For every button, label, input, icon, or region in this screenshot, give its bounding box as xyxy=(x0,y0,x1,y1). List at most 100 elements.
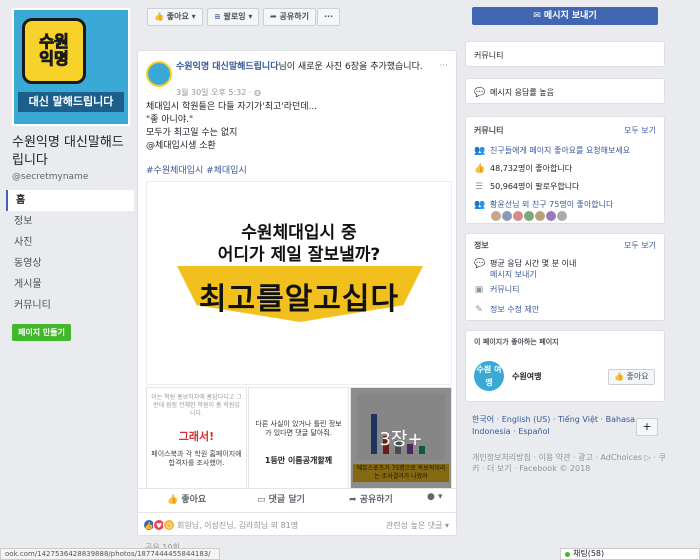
nav-item-photos[interactable]: 사진 xyxy=(6,232,134,253)
response-time-row: 💬 평균 응답 시간 몇 분 이내 xyxy=(474,258,576,269)
friends-like-row[interactable]: 👥 황윤선님 외 친구 75명이 좋아합니다 xyxy=(474,199,613,210)
friend-avatar[interactable] xyxy=(502,211,512,221)
group-icon: ▣ xyxy=(474,284,484,295)
friend-avatar[interactable] xyxy=(491,211,501,221)
chat-bubble-icon: 💬 xyxy=(474,87,486,98)
thumb-up-icon: 👍 xyxy=(474,163,486,174)
post-share-button[interactable]: ➦ 공유하기 xyxy=(349,492,393,505)
rss-icon: ≋ xyxy=(214,12,221,21)
share-icon: ➦ xyxy=(270,12,277,21)
more-languages-button[interactable]: + xyxy=(636,418,658,436)
liked-pages-title: 이 페이지가 좋아하는 페이지 xyxy=(474,338,559,346)
globe-icon: ◍ xyxy=(253,88,261,97)
page-like-button[interactable]: 👍 좋아요 ▾ xyxy=(147,8,203,26)
page-handle[interactable]: @secretmyname xyxy=(12,172,88,182)
create-page-button[interactable]: 페이지 만들기 xyxy=(12,324,71,341)
community-title: 커뮤니티 xyxy=(474,126,504,135)
liked-page-avatar[interactable]: 수원 여맹 xyxy=(474,361,504,391)
post-author-avatar[interactable] xyxy=(146,61,172,87)
post-author-link[interactable]: 수원익명 대신말해드립니다 xyxy=(176,62,279,72)
post-share-audience-dropdown[interactable]: ● ▾ xyxy=(427,492,443,502)
logo-text-line2: 익명 xyxy=(39,49,69,68)
nav-item-home[interactable]: 홈 xyxy=(6,190,134,211)
browser-status-url: ook.com/1427536428839888/photos/18774444… xyxy=(0,548,220,560)
info-title: 정보 xyxy=(474,241,489,250)
liked-page-name[interactable]: 수원여맹 xyxy=(512,371,541,382)
share-icon: ➦ xyxy=(349,495,357,505)
page-share-button[interactable]: ➦ 공유하기 xyxy=(263,8,316,26)
nav-item-community[interactable]: 커뮤니티 xyxy=(6,295,134,316)
post-action-row: 👍 좋아요 ▭ 댓글 달기 ➦ 공유하기 ● ▾ xyxy=(137,488,457,510)
post-header: 수원익명 대신말해드립니다님이 새로운 사진 6장을 추가했습니다. xyxy=(176,61,446,73)
invite-text: 친구들에게 페이지 좋아요를 요청해보세요 xyxy=(490,146,631,155)
likes-count-text: 48,732명이 좋아합니다 xyxy=(490,164,573,173)
page-title[interactable]: 수원익명 대신말해드립니다 xyxy=(12,134,132,170)
community-see-all-link[interactable]: 모두 보기 xyxy=(624,125,656,136)
comment-icon: ▭ xyxy=(257,495,266,505)
post-thumbnail[interactable]: 다른 사실이 있거나 틀린 정보가 있다면 댓글 달아줘. 1등만 이름공개할께 xyxy=(248,387,349,489)
reactions-row: 👍 ♥ ☺ 회원님, 이성진님, 김라희님 외 81명 관련성 높은 댓글 ▾ xyxy=(137,512,457,536)
page-profile-picture[interactable]: 수원 익명 대신 말해드립니다 xyxy=(12,8,130,126)
post-thumbnail[interactable]: 이는 학원 홍보하자에 홈답다디고 그런데 점점 전체한 학원이 홈 학원입니다… xyxy=(146,387,247,489)
post-action-text: 님이 새로운 사진 6장을 추가했습니다. xyxy=(278,62,423,72)
hero-line2: 어디가 제일 잘보낼까? xyxy=(217,245,381,265)
friends-icon: 👥 xyxy=(474,199,486,210)
post-hashtags[interactable]: #수원체대입시 #체대입시 xyxy=(146,163,247,176)
post-options-icon[interactable]: ··· xyxy=(439,61,448,71)
community-card: 커뮤니티 xyxy=(465,41,665,67)
friend-avatars xyxy=(474,211,567,221)
community-link-row[interactable]: ▣ 커뮤니티 xyxy=(474,284,520,295)
post-line: @체대입시생 소환 xyxy=(146,141,216,151)
thumb-bottom-text: 1등만 이름공개할께 xyxy=(264,456,333,465)
post-share-label: 공유하기 xyxy=(359,495,393,505)
friend-avatar[interactable] xyxy=(557,211,567,221)
send-message-button[interactable]: ✉ 메시지 보내기 xyxy=(472,7,658,25)
hero-line3: 최고를알고십다 xyxy=(198,282,400,317)
nav-item-about[interactable]: 정보 xyxy=(6,211,134,232)
post-thumbnail-more[interactable]: 에듀스포츠가 75명으로 독보적이라는 조사결과가 나왔어 3장+ xyxy=(350,387,452,489)
response-card: 💬 메시지 응답률 높음 xyxy=(465,78,665,104)
friend-avatar[interactable] xyxy=(546,211,556,221)
response-time-text: 평균 응답 시간 몇 분 이내 xyxy=(490,259,577,268)
edit-info-row[interactable]: ✎ 정보 수정 제안 xyxy=(474,304,539,315)
friend-avatar[interactable] xyxy=(513,211,523,221)
chat-bar[interactable]: 채팅(58) xyxy=(560,548,700,560)
more-photos-overlay[interactable]: 3장+ xyxy=(351,388,451,488)
friend-avatar[interactable] xyxy=(524,211,534,221)
thumb-red-text: 그래서! xyxy=(178,430,215,443)
post-comment-button[interactable]: ▭ 댓글 달기 xyxy=(257,492,305,505)
page-like-label: 좋아요 xyxy=(166,12,189,21)
page-logo: 수원 익명 xyxy=(22,18,86,84)
post-main-image[interactable]: 수원체대입시 중 어디가 제일 잘보낼까? 최고를알고십다 xyxy=(146,181,452,385)
page-follow-button[interactable]: ≋ 팔로잉 ▾ xyxy=(207,8,260,26)
post-like-button[interactable]: 👍 좋아요 xyxy=(167,492,206,505)
send-message-label: 메시지 보내기 xyxy=(543,11,597,21)
online-dot-icon xyxy=(565,552,570,557)
response-row: 💬 메시지 응답률 높음 xyxy=(474,87,554,98)
reaction-summary[interactable]: 회원님, 이성진님, 김라희님 외 81명 xyxy=(177,520,298,531)
send-message-link: 메시지 보내기 xyxy=(490,270,537,279)
reaction-icons[interactable]: 👍 ♥ ☺ xyxy=(143,519,175,531)
comment-sort-dropdown[interactable]: 관련성 높은 댓글 ▾ xyxy=(386,520,449,531)
messenger-icon: 💬 xyxy=(474,258,486,269)
liked-pages-card: 이 페이지가 좋아하는 페이지 수원 여맹 수원여맹 👍 좋아요 xyxy=(465,330,665,402)
liked-page-like-button[interactable]: 👍 좋아요 xyxy=(608,369,655,385)
follow-icon: ☰ xyxy=(474,181,484,192)
nav-item-posts[interactable]: 게시물 xyxy=(6,274,134,295)
community-card-title: 커뮤니티 xyxy=(474,51,504,60)
thumb-up-icon: 👍 xyxy=(614,372,624,381)
info-see-all-link[interactable]: 모두 보기 xyxy=(624,240,656,251)
info-card: 정보 모두 보기 💬 평균 응답 시간 몇 분 이내 메시지 보내기 ▣ 커뮤니… xyxy=(465,233,665,321)
logo-banner: 대신 말해드립니다 xyxy=(18,92,124,112)
invite-row[interactable]: 👥 친구들에게 페이지 좋아요를 요청해보세요 xyxy=(474,145,630,156)
messenger-icon: ✉ xyxy=(533,11,541,21)
post-timestamp[interactable]: 3월 30일 오후 5:32 · ◍ xyxy=(176,87,261,98)
language-links[interactable]: 한국어 · English (US) · Tiếng Việt · Bahasa… xyxy=(472,414,662,438)
friend-avatar[interactable] xyxy=(535,211,545,221)
page-more-button[interactable]: ··· xyxy=(317,8,341,26)
footer-links[interactable]: 개인정보처리방침 · 이용 약관 · 광고 · AdChoices ▷ · 쿠키… xyxy=(472,452,668,474)
page-follow-label: 팔로잉 xyxy=(223,12,246,21)
thumb-small-text: 이는 학원 홍보하자에 홈답다디고 그런데 점점 전체한 학원이 홈 학원입니다… xyxy=(151,394,242,417)
send-message-link-row[interactable]: 메시지 보내기 xyxy=(474,269,537,280)
nav-item-videos[interactable]: 동영상 xyxy=(6,253,134,274)
